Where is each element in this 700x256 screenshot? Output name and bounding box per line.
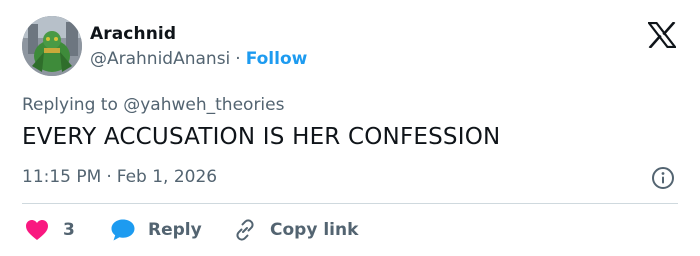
timestamp[interactable]: 11:15 PM · Feb 1, 2026 — [22, 167, 217, 187]
divider — [22, 203, 678, 204]
like-count: 3 — [63, 220, 75, 240]
tweet-text: EVERY ACCUSATION IS HER CONFESSION — [22, 124, 501, 150]
speech-bubble-icon — [111, 219, 135, 241]
heart-icon — [26, 220, 48, 240]
tweet-time: 11:15 PM — [22, 167, 102, 187]
link-icon — [236, 219, 254, 241]
avatar[interactable] — [22, 16, 82, 76]
replying-to: Replying to @yahweh_theories — [22, 95, 284, 115]
reply-target-handle[interactable]: @yahweh_theories — [123, 95, 284, 115]
reply-button[interactable]: Reply — [110, 215, 202, 245]
action-bar: 3 Reply Copy link — [22, 215, 682, 245]
x-logo-icon[interactable] — [646, 21, 678, 49]
reply-label: Reply — [148, 220, 202, 240]
separator-dot: · — [106, 167, 112, 187]
like-button[interactable]: 3 — [25, 215, 75, 245]
user-handle[interactable]: @ArahnidAnansi — [90, 49, 230, 69]
separator-dot: · — [235, 49, 241, 69]
tweet-date: Feb 1, 2026 — [116, 167, 218, 187]
follow-button[interactable]: Follow — [246, 49, 308, 69]
copy-link-button[interactable]: Copy link — [232, 215, 358, 245]
handle-row: @ArahnidAnansi · Follow — [90, 49, 307, 69]
info-icon[interactable] — [651, 166, 675, 190]
copy-link-label: Copy link — [270, 220, 359, 240]
replying-prefix: Replying to — [22, 95, 118, 115]
display-name[interactable]: Arachnid — [90, 24, 176, 44]
